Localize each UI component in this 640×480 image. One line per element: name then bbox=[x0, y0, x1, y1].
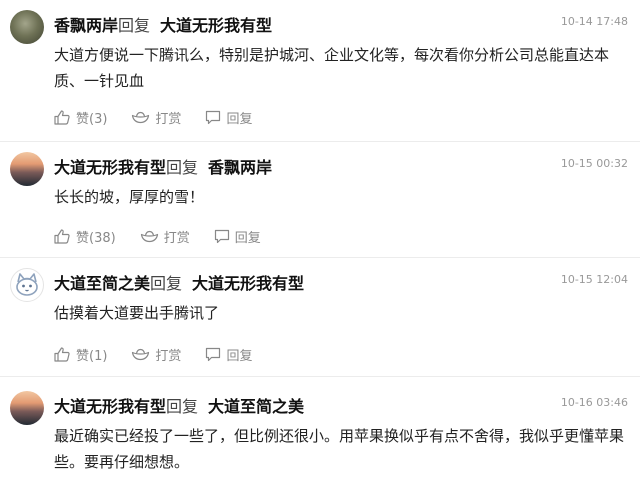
username-link[interactable]: 大道至简之美 bbox=[54, 274, 150, 293]
like-button[interactable]: 赞(38) bbox=[54, 227, 116, 246]
like-count-label: 赞(3) bbox=[76, 111, 108, 127]
reply-target-link[interactable]: 大道无形我有型 bbox=[160, 16, 272, 35]
timestamp: 10-15 00:32 bbox=[560, 157, 628, 170]
reply-target-link[interactable]: 大道至简之美 bbox=[208, 397, 304, 416]
comment-actions: 赞(1) 打赏 回复 bbox=[54, 343, 276, 365]
comment-text: 最近确实已经投了一些了，但比例还很小。用苹果换似乎有点不舍得，我似乎更懂苹果些。… bbox=[54, 427, 625, 471]
comment-item: 大道无形我有型回复 大道至简之美 10-16 03:46 最近确实已经投了一些了，… bbox=[0, 377, 640, 480]
reply-button[interactable]: 回复 bbox=[205, 345, 252, 364]
comment-item: 香飘两岸回复 大道无形我有型 10-14 17:48 大道方便说一下腾讯么，特别是… bbox=[0, 0, 640, 142]
reply-button[interactable]: 回复 bbox=[205, 108, 252, 127]
comment-header: 大道至简之美回复 大道无形我有型 10-15 12:04 bbox=[54, 270, 630, 294]
reply-to-label: 回复 bbox=[118, 16, 151, 35]
reply-button[interactable]: 回复 bbox=[214, 227, 261, 246]
ingot-icon bbox=[140, 230, 158, 242]
comment-text: 长长的坡，厚厚的雪！ bbox=[54, 188, 205, 206]
thumbs-up-icon bbox=[54, 109, 70, 125]
like-button[interactable]: 赞(3) bbox=[54, 108, 107, 127]
username-link[interactable]: 大道无形我有型 bbox=[54, 158, 166, 177]
reward-label: 打赏 bbox=[155, 348, 182, 364]
reply-to-label: 回复 bbox=[150, 274, 183, 293]
reply-to-label: 回复 bbox=[166, 158, 199, 177]
comment-item: 大道无形我有型回复 香飘两岸 10-15 00:32 长长的坡，厚厚的雪！ 赞(3… bbox=[0, 142, 640, 258]
reply-to-label: 回复 bbox=[166, 397, 199, 416]
reply-label: 回复 bbox=[234, 230, 261, 246]
timestamp: 10-14 17:48 bbox=[560, 15, 628, 28]
reply-label: 回复 bbox=[226, 348, 253, 364]
comment-header: 香飘两岸回复 大道无形我有型 10-14 17:48 bbox=[54, 12, 630, 36]
timestamp: 10-16 03:46 bbox=[560, 396, 628, 409]
reward-label: 打赏 bbox=[155, 111, 182, 127]
reward-label: 打赏 bbox=[163, 230, 190, 246]
comment-actions: 赞(3) 打赏 回复 bbox=[54, 106, 276, 128]
reward-button[interactable]: 打赏 bbox=[131, 345, 181, 364]
username-link[interactable]: 香飘两岸 bbox=[54, 16, 118, 35]
like-button[interactable]: 赞(1) bbox=[54, 345, 107, 364]
timestamp: 10-15 12:04 bbox=[560, 273, 628, 286]
reply-label: 回复 bbox=[226, 111, 253, 127]
ingot-icon bbox=[132, 111, 150, 123]
comment-bubble-icon bbox=[206, 110, 221, 124]
thumbs-up-icon bbox=[54, 346, 70, 362]
username-link[interactable]: 大道无形我有型 bbox=[54, 397, 166, 416]
reply-target-link[interactable]: 大道无形我有型 bbox=[192, 274, 304, 293]
comment-bubble-icon bbox=[206, 347, 221, 361]
comment-bubble-icon bbox=[214, 229, 229, 243]
like-count-label: 赞(1) bbox=[76, 348, 108, 364]
avatar[interactable] bbox=[10, 152, 44, 186]
comment-text: 大道方便说一下腾讯么，特别是护城河、企业文化等，每次看你分析公司总能直达本质、一… bbox=[54, 46, 610, 90]
comment-actions: 赞(38) 打赏 回复 bbox=[54, 225, 285, 247]
avatar[interactable] bbox=[10, 391, 44, 425]
comment-item: 大道至简之美回复 大道无形我有型 10-15 12:04 估摸着大道要出手腾讯了 … bbox=[0, 258, 640, 377]
thumbs-up-icon bbox=[54, 228, 70, 244]
avatar[interactable] bbox=[10, 268, 44, 302]
avatar[interactable] bbox=[10, 10, 44, 44]
comment-text: 估摸着大道要出手腾讯了 bbox=[54, 304, 220, 322]
reward-button[interactable]: 打赏 bbox=[131, 108, 181, 127]
cat-face-icon bbox=[16, 273, 38, 296]
comment-header: 大道无形我有型回复 大道至简之美 10-16 03:46 bbox=[54, 393, 630, 417]
ingot-icon bbox=[132, 348, 150, 360]
comment-header: 大道无形我有型回复 香飘两岸 10-15 00:32 bbox=[54, 154, 630, 178]
reward-button[interactable]: 打赏 bbox=[140, 227, 190, 246]
reply-target-link[interactable]: 香飘两岸 bbox=[208, 158, 272, 177]
like-count-label: 赞(38) bbox=[76, 230, 116, 246]
